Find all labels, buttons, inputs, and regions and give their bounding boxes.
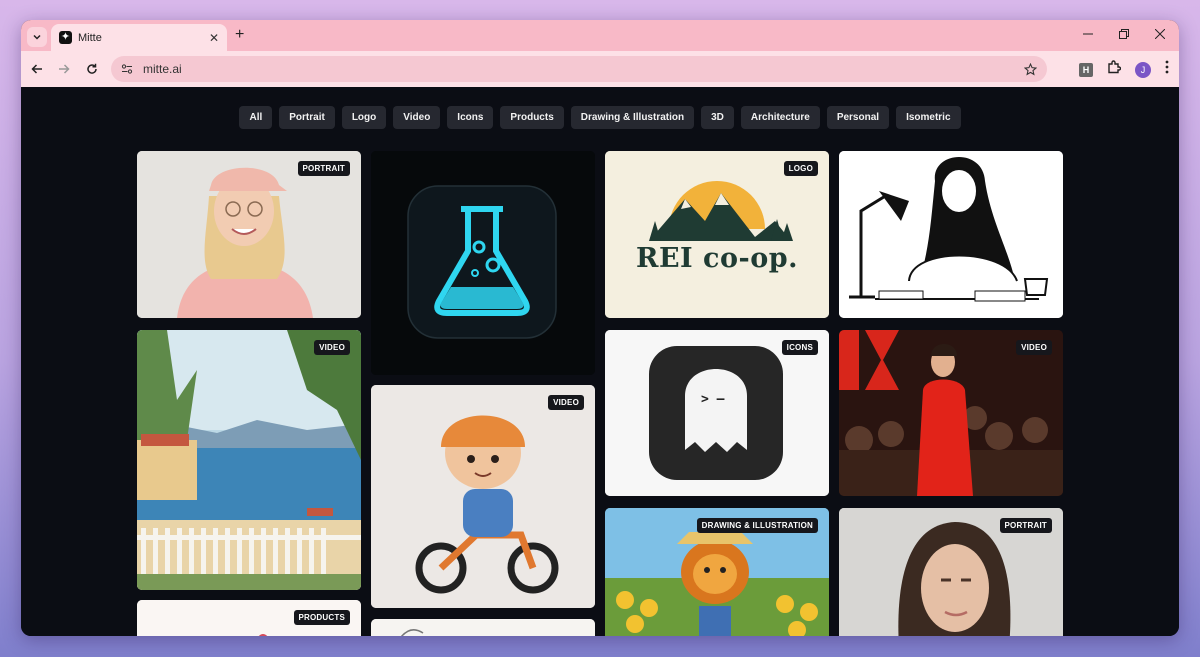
tab-strip: ✦ Mitte ✕ + [21,20,1179,51]
filter-products[interactable]: Products [500,106,564,129]
gallery-card-portrait-cap[interactable]: PORTRAIT [137,151,361,318]
coastal-painting-image [137,330,361,590]
filter-isometric[interactable]: Isometric [896,106,961,129]
filter-portrait[interactable]: Portrait [279,106,335,129]
rei-logo-image [605,151,829,318]
reload-button[interactable] [84,61,100,77]
tab-mitte[interactable]: ✦ Mitte ✕ [51,24,227,51]
filter-personal[interactable]: Personal [826,106,890,129]
category-badge: PRODUCTS [293,610,350,625]
site-info-button[interactable] [119,61,135,77]
category-badge: LOGO [783,161,818,176]
arrow-left-icon [31,64,42,74]
portrait-image [137,151,361,318]
extension-h-icon[interactable]: H [1079,62,1093,77]
filter-drawing-illustration[interactable]: Drawing & Illustration [570,106,695,129]
profile-avatar[interactable]: J [1135,61,1151,78]
extensions-button[interactable] [1107,60,1122,79]
filter-logo[interactable]: Logo [341,106,387,129]
filter-architecture[interactable]: Architecture [740,106,820,129]
arrow-right-icon [59,64,70,74]
browser-toolbar: mitte.ai H J [21,51,1179,87]
tab-title: Mitte [78,31,102,44]
restore-icon [1119,29,1129,39]
page-content: All Portrait Logo Video Icons Products D… [21,87,1179,636]
gallery-card-line-art[interactable] [839,151,1063,318]
boy-on-bike-image [371,385,595,608]
close-icon[interactable]: ✕ [209,31,219,45]
gallery-card-woman-portrait[interactable]: PORTRAIT [839,508,1063,636]
gallery-card-products[interactable]: PRODUCTS [137,600,361,636]
close-icon [1155,29,1165,39]
gallery-card-sketch[interactable] [371,619,595,636]
category-badge: VIDEO [1016,340,1052,355]
category-badge: VIDEO [314,340,350,355]
gallery-card-logo[interactable]: REI co-op. LOGO [605,151,829,318]
menu-button[interactable] [1165,60,1169,79]
gallery-card-lion-illustration[interactable]: DRAWING & ILLUSTRATION [605,508,829,636]
reload-icon [87,63,97,74]
minimize-button[interactable] [1081,27,1095,41]
bookmark-button[interactable] [1021,60,1039,78]
category-badge: VIDEO [548,395,584,410]
filter-all[interactable]: All [239,106,273,129]
ghost-prompt-text: > — [701,392,725,407]
minimize-icon [1083,33,1093,35]
new-tab-button[interactable]: + [235,27,244,43]
gallery-card-boy-on-bike[interactable]: VIDEO [371,385,595,608]
woman-drawing-image [839,151,1063,318]
tune-icon [121,64,133,74]
filter-3d[interactable]: 3D [701,106,734,129]
filter-icons[interactable]: Icons [447,106,494,129]
more-vertical-icon [1165,60,1169,74]
category-filters: All Portrait Logo Video Icons Products D… [21,106,1179,129]
mitte-favicon-icon: ✦ [59,31,72,44]
address-bar[interactable]: mitte.ai [111,56,1047,82]
flask-icon-image [371,151,595,375]
back-button[interactable] [29,61,45,77]
chevron-down-icon [33,34,41,40]
browser-window: ✦ Mitte ✕ + mitte.ai H J All Portrait Lo… [21,20,1179,636]
category-badge: PORTRAIT [297,161,350,176]
gallery-card-ghost-icon[interactable]: > — ICONS [605,330,829,496]
gallery-card-flask-icon[interactable] [371,151,595,375]
filter-video[interactable]: Video [393,106,441,129]
gallery-card-coastal-painting[interactable]: VIDEO [137,330,361,590]
sketch-image [371,619,595,636]
forward-button[interactable] [56,61,72,77]
tab-search-button[interactable] [27,27,47,47]
gallery-card-stage-speaker[interactable]: VIDEO [839,330,1063,496]
logo-text: REI co-op. [636,243,798,274]
close-window-button[interactable] [1153,27,1167,41]
category-badge: DRAWING & ILLUSTRATION [696,518,818,533]
restore-button[interactable] [1117,27,1131,41]
url-text: mitte.ai [143,62,182,76]
puzzle-icon [1108,60,1122,74]
category-badge: PORTRAIT [999,518,1052,533]
star-icon [1023,62,1037,75]
category-badge: ICONS [781,340,818,355]
